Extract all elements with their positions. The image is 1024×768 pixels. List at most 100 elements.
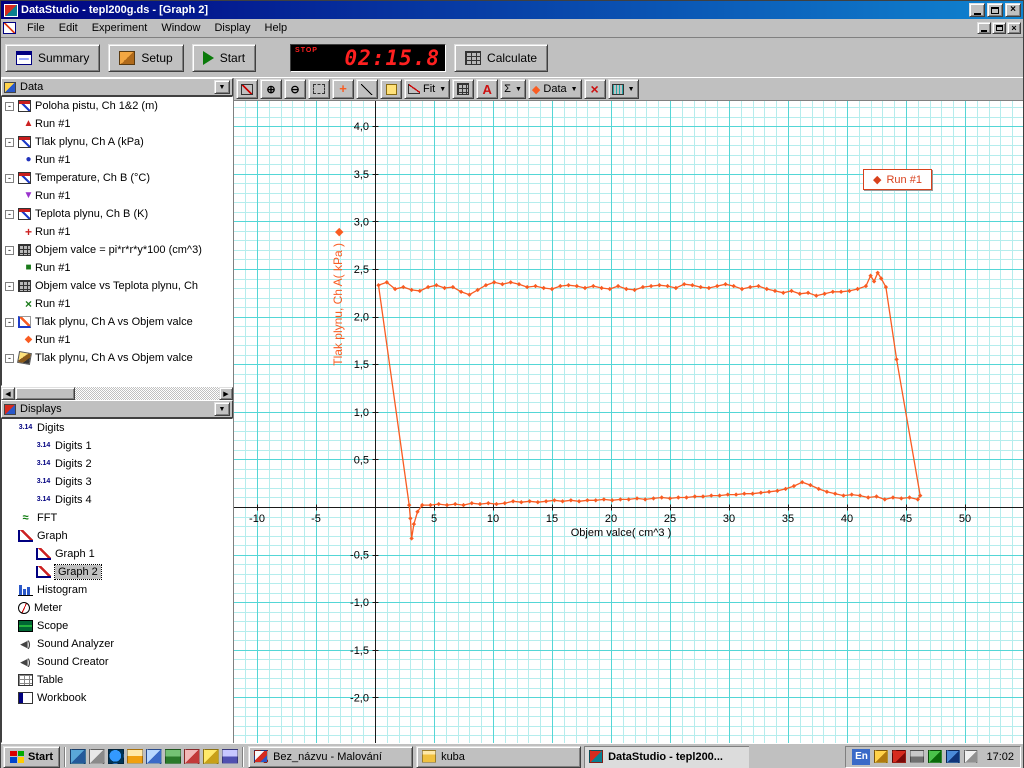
data-source-row[interactable]: - Temperature, Ch B (°C)	[2, 169, 232, 187]
collapse-icon[interactable]: -	[5, 317, 14, 327]
run-row[interactable]: ■ Run #1	[2, 259, 232, 277]
task-button-datastudio[interactable]: DataStudio - tepl200...	[584, 745, 750, 768]
tray-icon-4[interactable]	[928, 750, 943, 763]
mdi-restore-button[interactable]	[992, 22, 1006, 34]
slope-tool-button[interactable]	[356, 79, 378, 99]
display-item-digits-4[interactable]: 3.14 Digits 4	[2, 491, 232, 509]
data-dropdown[interactable]: ◆ Data ▼	[527, 79, 582, 99]
statistics-dropdown[interactable]: Σ ▼	[500, 79, 526, 99]
tray-icon-3[interactable]	[910, 750, 925, 763]
collapse-icon[interactable]: -	[5, 101, 14, 111]
display-item-histogram[interactable]: Histogram	[2, 581, 232, 599]
tray-icon-6[interactable]	[964, 750, 979, 763]
tray-icon-1[interactable]	[874, 750, 889, 763]
display-item-scope[interactable]: Scope	[2, 617, 232, 635]
mdi-minimize-button[interactable]	[977, 22, 991, 34]
note-tool-button[interactable]	[380, 79, 402, 99]
title-bar[interactable]: DataStudio - tepl200g.ds - [Graph 2] ×	[1, 1, 1023, 19]
display-item-sound-creator[interactable]: ◀) Sound Creator	[2, 653, 232, 671]
zoom-in-button[interactable]: ⊕	[260, 79, 282, 99]
y-axis-label[interactable]: Tlak plynu, Ch A( kPa )	[331, 243, 345, 366]
display-item-workbook[interactable]: Workbook	[2, 689, 232, 707]
menu-experiment[interactable]: Experiment	[85, 20, 155, 36]
display-item-fft[interactable]: ≈ FFT	[2, 509, 232, 527]
quick-launch-icon-1[interactable]	[70, 749, 87, 764]
plot-canvas[interactable]: -10 -5 5 10 15 20 25 30 35 40 45 50 4,0 3,5 3,0 2,5 2,0 1…	[234, 101, 1023, 743]
display-item-digits-1[interactable]: 3.14 Digits 1	[2, 437, 232, 455]
fit-dropdown[interactable]: Fit ▼	[404, 79, 451, 99]
run-row[interactable]: ▼ Run #1	[2, 187, 232, 205]
restore-button[interactable]	[987, 3, 1003, 17]
setup-button[interactable]: Setup	[108, 43, 184, 72]
data-source-row[interactable]: - Poloha pistu, Ch 1&2 (m)	[2, 97, 232, 115]
data-panel-header[interactable]: Data ▼	[1, 78, 233, 96]
menu-display[interactable]: Display	[207, 20, 257, 36]
mdi-close-button[interactable]: ×	[1007, 22, 1021, 34]
run-row[interactable]: ◆ Run #1	[2, 331, 232, 349]
data-source-row[interactable]: - Objem valce vs Teplota plynu, Ch	[2, 277, 232, 295]
scroll-right-button[interactable]: ▶	[219, 387, 233, 400]
data-source-row[interactable]: - Tlak plynu, Ch A vs Objem valce	[2, 313, 232, 331]
remove-data-button[interactable]: ×	[583, 79, 606, 99]
display-item-sound-analyzer[interactable]: ◀) Sound Analyzer	[2, 635, 232, 653]
quick-launch-icon-6[interactable]	[165, 749, 182, 764]
zoom-out-button[interactable]: ⊖	[284, 79, 306, 99]
collapse-icon[interactable]: -	[5, 209, 14, 219]
data-source-row[interactable]: - Teplota plynu, Ch B (K)	[2, 205, 232, 223]
calculate-button[interactable]: Calculate	[454, 43, 549, 72]
quick-launch-icon-8[interactable]	[203, 749, 220, 764]
display-item-graph-1[interactable]: Graph 1	[2, 545, 232, 563]
menu-file[interactable]: File	[20, 20, 52, 36]
menu-edit[interactable]: Edit	[52, 20, 85, 36]
language-indicator[interactable]: En	[852, 748, 871, 765]
menu-window[interactable]: Window	[154, 20, 207, 36]
display-item-digits-2[interactable]: 3.14 Digits 2	[2, 455, 232, 473]
collapse-icon[interactable]: -	[5, 137, 14, 147]
task-button-paint[interactable]: Bez_názvu - Malování	[248, 745, 414, 768]
displays-list[interactable]: 3.14 Digits 3.14 Digits 1 3.14 Digits 2 3.1…	[1, 418, 233, 743]
close-button[interactable]: ×	[1005, 3, 1021, 17]
run-row[interactable]: + Run #1	[2, 223, 232, 241]
data-source-row[interactable]: - Tlak plynu, Ch A vs Objem valce	[2, 349, 232, 367]
graph-calculator-button[interactable]	[452, 79, 475, 99]
legend[interactable]: ◆ Run #1	[863, 169, 932, 190]
task-button-folder[interactable]: kuba	[416, 745, 582, 768]
summary-button[interactable]: Summary	[5, 43, 101, 72]
minimize-button[interactable]	[969, 3, 985, 17]
data-tree[interactable]: - Poloha pistu, Ch 1&2 (m) ▲ Run #1 - Tl…	[1, 96, 233, 386]
zoom-select-button[interactable]	[308, 79, 330, 99]
run-row[interactable]: × Run #1	[2, 295, 232, 313]
quick-launch-icon-7[interactable]	[184, 749, 201, 764]
display-item-meter[interactable]: Meter	[2, 599, 232, 617]
display-item-digits-3[interactable]: 3.14 Digits 3	[2, 473, 232, 491]
run-row[interactable]: ● Run #1	[2, 151, 232, 169]
displays-panel-header[interactable]: Displays ▼	[1, 400, 233, 418]
x-axis-label[interactable]: Objem valce( cm^3 )	[521, 527, 721, 539]
collapse-icon[interactable]: -	[5, 173, 14, 183]
data-source-row[interactable]: - Tlak plynu, Ch A (kPa)	[2, 133, 232, 151]
scroll-thumb[interactable]	[15, 387, 75, 400]
text-tool-button[interactable]: A	[476, 79, 499, 99]
display-item-table[interactable]: Table	[2, 671, 232, 689]
menu-help[interactable]: Help	[258, 20, 295, 36]
scale-to-fit-button[interactable]	[236, 79, 258, 99]
quick-launch-icon-2[interactable]	[89, 749, 106, 764]
start-menu-button[interactable]: Start	[3, 745, 61, 768]
data-panel-menu-button[interactable]: ▼	[214, 80, 230, 94]
quick-launch-icon-4[interactable]	[127, 749, 144, 764]
display-item-graph-2[interactable]: Graph 2	[2, 563, 232, 581]
scroll-left-button[interactable]: ◀	[1, 387, 15, 400]
scroll-track[interactable]	[15, 387, 219, 400]
displays-panel-menu-button[interactable]: ▼	[214, 402, 230, 416]
display-item-digits[interactable]: 3.14 Digits	[2, 419, 232, 437]
data-source-row[interactable]: - Objem valce = pi*r*r*y*100 (cm^3)	[2, 241, 232, 259]
quick-launch-icon-3[interactable]	[108, 749, 125, 764]
mdi-child-icon[interactable]	[3, 22, 16, 34]
collapse-icon[interactable]: -	[5, 281, 14, 291]
tray-icon-5[interactable]	[946, 750, 961, 763]
tray-icon-2[interactable]	[892, 750, 907, 763]
run-row[interactable]: ▲ Run #1	[2, 115, 232, 133]
data-tree-hscrollbar[interactable]: ◀ ▶	[1, 386, 233, 400]
quick-launch-icon-9[interactable]	[222, 749, 239, 764]
graph-settings-dropdown[interactable]: ▼	[607, 79, 639, 99]
